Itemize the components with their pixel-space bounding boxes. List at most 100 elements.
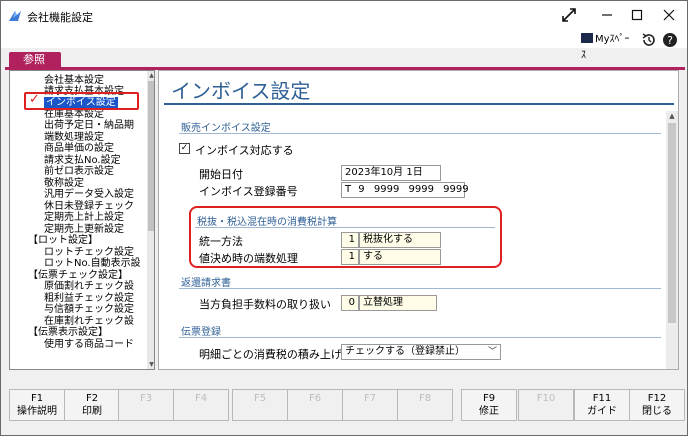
maximize-button[interactable]	[625, 4, 649, 26]
fkey-f9[interactable]: F9 修正	[461, 389, 517, 421]
fkey-f2[interactable]: F2 印刷	[64, 389, 120, 421]
reg-number-part-3: 9999	[408, 184, 434, 195]
reg-number-label: インボイス登録番号	[199, 185, 298, 198]
fkey-f3: F3	[118, 389, 174, 421]
nav-item[interactable]: 使用する商品コード	[44, 339, 134, 350]
reg-number-part-2: 9999	[373, 184, 400, 195]
close-button[interactable]	[657, 4, 681, 26]
nav-scrollbar[interactable]: ▲ ▼	[147, 71, 154, 369]
fkey-label: 閉じる	[642, 406, 672, 417]
nav-item[interactable]: 端数処理設定	[44, 132, 104, 143]
nav-item[interactable]: 【ロット設定】	[28, 235, 98, 246]
tax-accumulate-dropdown[interactable]: チェックする（登録禁止） ﹀	[341, 344, 501, 360]
section-return-invoice: 返還請求書	[181, 278, 231, 289]
reg-number-field[interactable]: T 9 9999 9999 9999	[341, 182, 469, 198]
fkey-code: F12	[647, 393, 667, 404]
section-slip-registration: 伝票登録	[181, 327, 221, 338]
fee-code-field[interactable]: 0	[341, 295, 359, 311]
fkey-f8: F8	[397, 389, 453, 421]
page-title: インボイス設定	[171, 79, 311, 103]
fkey-code: F7	[363, 393, 377, 404]
tax-accumulate-value: チェックする（登録禁止）	[345, 346, 465, 357]
nav-item[interactable]: 前ゼロ表示設定	[44, 166, 114, 177]
my-space-button[interactable]: Myｽﾍﾟｰｽ	[581, 32, 633, 61]
nav-item[interactable]: 【伝票表示設定】	[28, 327, 108, 338]
reg-number-part-4: 9999	[443, 184, 469, 195]
nav-item[interactable]: 在庫基本設定	[44, 109, 104, 120]
svg-text:?: ?	[667, 34, 673, 47]
title-rule	[164, 103, 674, 105]
nav-item[interactable]: 敬称設定	[44, 178, 84, 189]
nav-item[interactable]: 粗利益チェック設定	[44, 293, 134, 304]
invoice-enable-checkbox[interactable]: ✓	[179, 143, 190, 154]
start-date-field[interactable]: 2023年10月 1日	[341, 165, 441, 181]
fkey-label: 印刷	[82, 406, 102, 417]
section-rule	[179, 288, 661, 289]
fkey-label: 修正	[479, 406, 499, 417]
nav-item[interactable]: 商品単価の設定	[44, 143, 114, 154]
section-rule	[179, 133, 661, 134]
nav-item[interactable]: 【伝票チェック設定】	[28, 270, 128, 281]
fkey-code: F3	[139, 393, 153, 404]
fee-value-field: 立替処理	[359, 295, 437, 311]
fkey-code: F4	[194, 393, 208, 404]
my-space-icon	[581, 33, 593, 43]
history-icon[interactable]	[641, 32, 657, 48]
expand-icon[interactable]	[557, 4, 581, 26]
start-date-label: 開始日付	[199, 168, 243, 181]
section-rule	[179, 337, 661, 338]
fkey-code: F8	[418, 393, 432, 404]
tax-section-highlight	[189, 206, 502, 268]
selected-item-highlight	[24, 92, 139, 110]
nav-scroll-down-icon[interactable]: ▼	[147, 360, 154, 369]
nav-item[interactable]: 出荷予定日・納品期	[44, 120, 134, 131]
minimize-button[interactable]	[595, 4, 619, 26]
fee-handling-label: 当方負担手数料の取り扱い	[199, 298, 331, 311]
reg-number-prefix: T	[345, 184, 352, 195]
nav-item[interactable]: 定期売上計上設定	[44, 212, 124, 223]
nav-scroll-thumb[interactable]	[148, 81, 154, 231]
fkey-code: F2	[85, 393, 99, 404]
window-title: 会社機能設定	[27, 11, 93, 24]
reg-number-part-1: 9	[358, 184, 365, 195]
section-sales-invoice: 販売インボイス設定	[181, 123, 271, 134]
nav-item[interactable]: 与信額チェック設定	[44, 304, 134, 315]
nav-item[interactable]: 原価割れチェック設	[44, 281, 134, 292]
fkey-f1[interactable]: F1 操作説明	[9, 389, 65, 421]
tax-accumulate-label: 明細ごとの消費税の積み上げ	[199, 348, 342, 361]
main-scrollbar[interactable]: ▲	[666, 111, 678, 369]
settings-nav: 会社基本設定 請求支払基本設定 インボイス設定 在庫基本設定 出荷予定日・納品期 端数処理…	[9, 70, 155, 370]
fkey-f11[interactable]: F11 ガイド	[574, 389, 630, 421]
fkey-label: ガイド	[587, 406, 617, 417]
fkey-f6: F6	[287, 389, 343, 421]
nav-item[interactable]: 定期売上更新設定	[44, 224, 124, 235]
fkey-code: F6	[308, 393, 322, 404]
fkey-f12[interactable]: F12 閉じる	[629, 389, 685, 421]
reference-tab[interactable]: 参照	[9, 52, 61, 68]
nav-item[interactable]: 請求支払No.設定	[44, 155, 121, 166]
nav-item[interactable]: 汎用データ受入設定	[44, 189, 134, 200]
app-window: 会社機能設定 Myｽﾍﾟｰｽ ? 参照 会社基本設定 請求支払基本設定 インボイ…	[0, 0, 688, 436]
toolbar: Myｽﾍﾟｰｽ ?	[1, 31, 687, 61]
nav-item[interactable]: 在庫割れチェック設	[44, 316, 134, 327]
checkmark-icon: ✓	[29, 92, 40, 107]
fkey-f10: F10	[518, 389, 574, 421]
fkey-f5: F5	[232, 389, 288, 421]
fkey-code: F1	[30, 393, 44, 404]
app-logo-icon	[9, 11, 21, 21]
main-scroll-up-icon[interactable]: ▲	[666, 111, 678, 121]
nav-scroll-up-icon[interactable]: ▲	[147, 71, 154, 80]
title-bar: 会社機能設定	[1, 1, 687, 31]
fkey-f4: F4	[173, 389, 229, 421]
help-icon[interactable]: ?	[662, 32, 678, 48]
fkey-code: F5	[253, 393, 267, 404]
nav-item[interactable]: ロットNo.自動表示設	[44, 258, 141, 269]
main-scroll-thumb[interactable]	[668, 123, 676, 323]
fkey-code: F10	[536, 393, 556, 404]
fkey-code: F11	[592, 393, 612, 404]
nav-item[interactable]: ロットチェック設定	[44, 247, 134, 258]
fkey-code: F9	[482, 393, 496, 404]
nav-item[interactable]: 休日未登録チェック	[44, 201, 134, 212]
nav-item[interactable]: 会社基本設定	[44, 75, 104, 86]
fkey-label: 操作説明	[17, 406, 57, 417]
